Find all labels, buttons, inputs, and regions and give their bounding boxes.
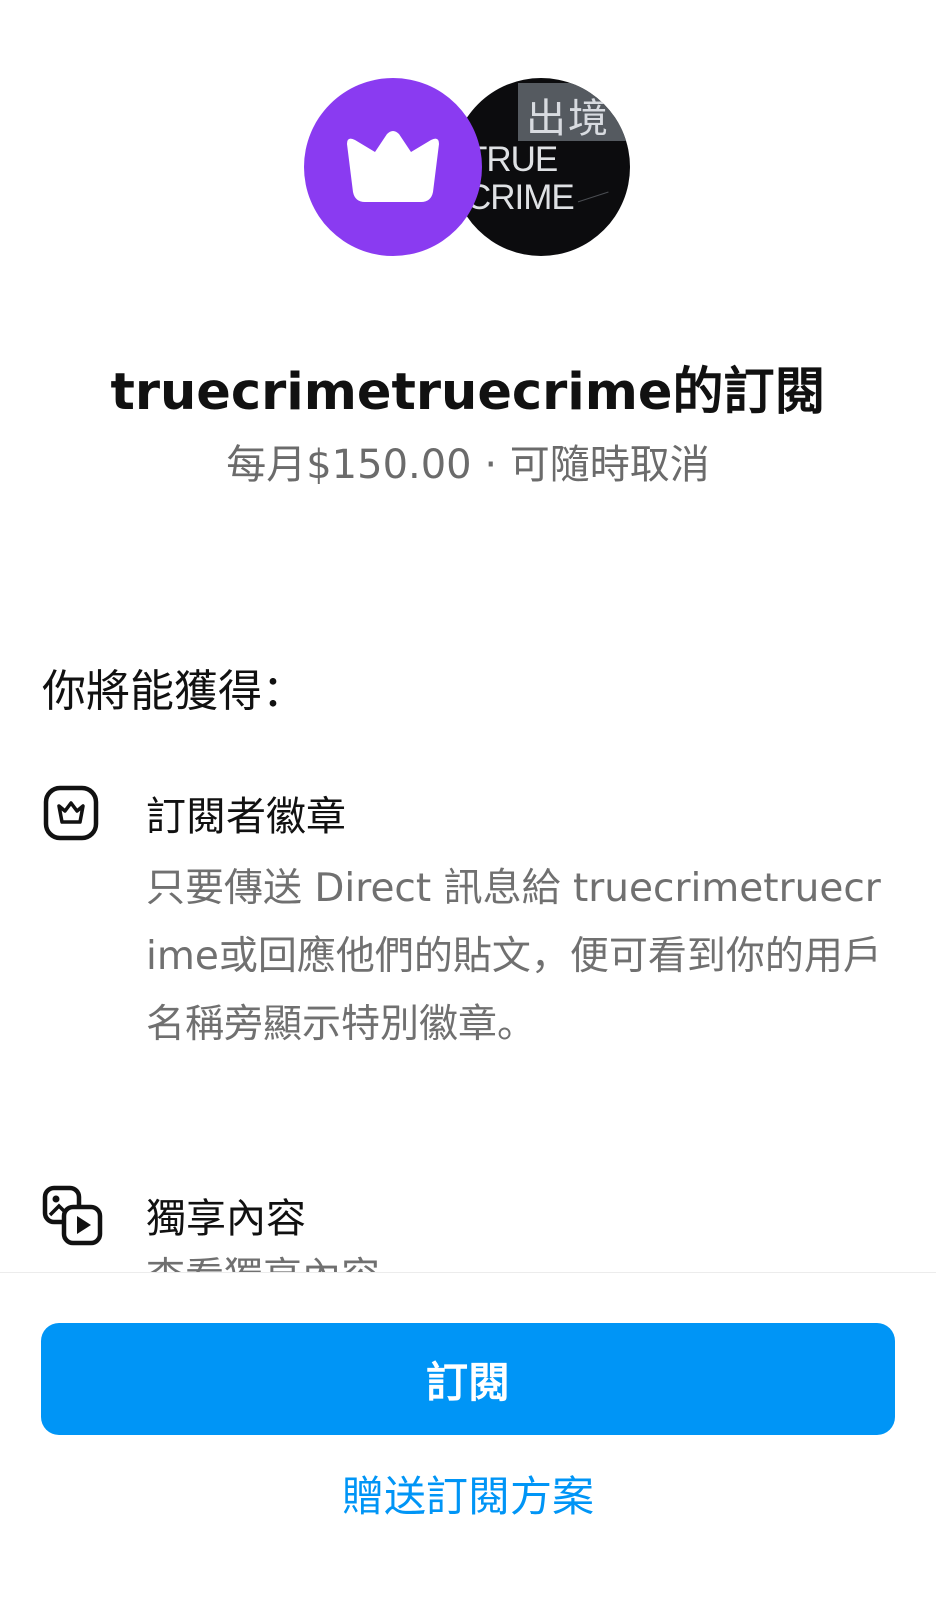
benefit-title-badge: 訂閱者徽章: [146, 794, 346, 840]
crown-badge-icon: [42, 784, 100, 846]
gift-subscription-link[interactable]: 贈送訂閱方案: [0, 1463, 936, 1524]
benefit-description-badge: 只要傳送 Direct 訊息給 truecrimetruecrime或回應他們的…: [146, 866, 882, 1047]
avatar-group: 出境 TRUE CRIME: [304, 78, 634, 256]
media-content-icon: [42, 1185, 104, 1251]
cover-kanji-text: 出境: [526, 96, 610, 142]
price-subtitle: 每月$150.00 · 可隨時取消: [226, 442, 710, 488]
benefit-description-exclusive: 查看獨享內容: [146, 1244, 891, 1274]
crown-icon: [347, 131, 439, 202]
page-title: truecrimetruecrime的訂閱: [110, 363, 826, 422]
subscribe-button[interactable]: 訂閱: [41, 1323, 895, 1435]
benefits-heading: 你將能獲得：: [42, 666, 306, 717]
benefit-title-exclusive: 獨享內容: [146, 1196, 306, 1242]
action-footer: 訂閱 贈送訂閱方案: [0, 1272, 936, 1598]
cover-line-crime: CRIME: [466, 178, 575, 217]
subscription-badge-avatar: [304, 78, 482, 256]
cover-decoration: [577, 191, 615, 220]
